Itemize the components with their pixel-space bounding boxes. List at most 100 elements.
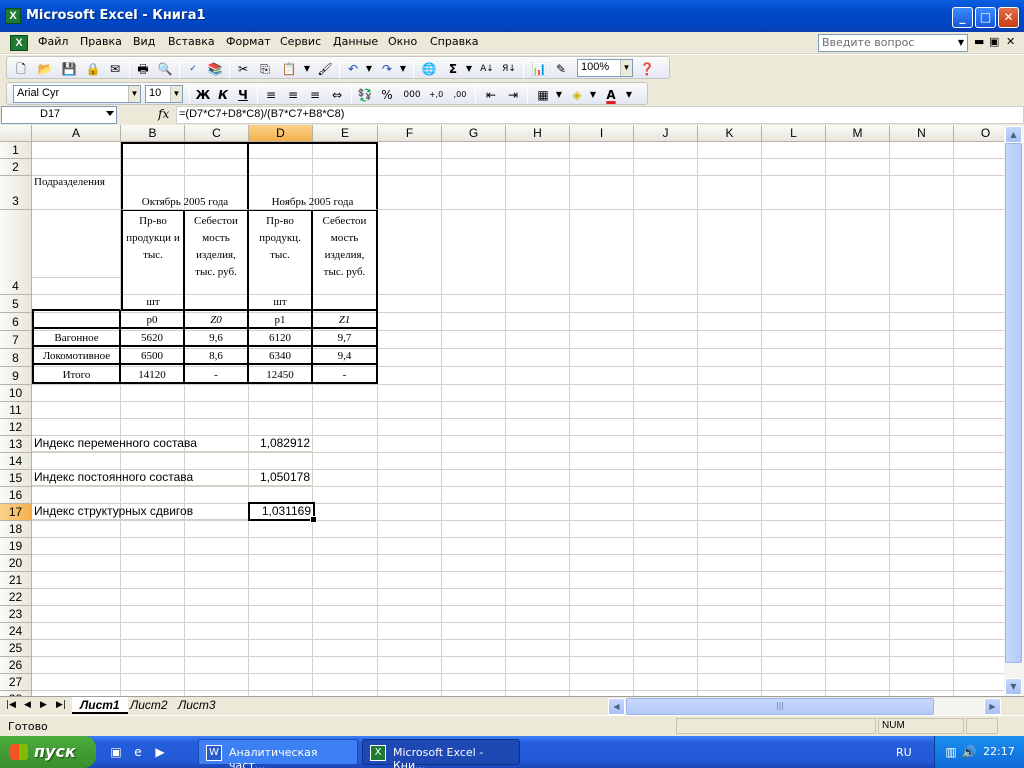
grid-cell[interactable] bbox=[185, 674, 249, 691]
help-search-box[interactable]: Введите вопрос ▼ bbox=[818, 34, 968, 52]
grid-cell[interactable] bbox=[890, 367, 954, 385]
grid-cell[interactable] bbox=[570, 419, 634, 436]
grid-cell[interactable] bbox=[506, 572, 570, 589]
grid-cell[interactable] bbox=[762, 538, 826, 555]
grid-cell[interactable] bbox=[890, 385, 954, 402]
grid-cell[interactable] bbox=[954, 538, 1004, 555]
underline-button[interactable]: Ч bbox=[235, 87, 251, 103]
email-icon[interactable]: ✉ bbox=[107, 61, 123, 77]
grid-cell[interactable] bbox=[826, 210, 890, 295]
grid-cell[interactable] bbox=[570, 176, 634, 210]
grid-cell[interactable] bbox=[570, 367, 634, 385]
grid-cell[interactable] bbox=[378, 640, 442, 657]
cell-c6[interactable]: Z0 bbox=[185, 311, 249, 329]
italic-button[interactable]: К bbox=[215, 87, 231, 103]
doc-minimize-button[interactable]: ▬ bbox=[974, 35, 984, 48]
grid-cell[interactable] bbox=[570, 538, 634, 555]
grid-cell[interactable] bbox=[954, 142, 1004, 159]
grid-cell[interactable] bbox=[954, 331, 1004, 349]
grid-cell[interactable] bbox=[634, 589, 698, 606]
cell-c7[interactable]: 9,6 bbox=[185, 329, 249, 347]
cell-e8[interactable]: 9,4 bbox=[313, 347, 378, 365]
grid-cell[interactable] bbox=[249, 453, 313, 470]
grid-cell[interactable] bbox=[698, 623, 762, 640]
permission-icon[interactable]: 🔒 bbox=[85, 61, 101, 77]
grid-cell[interactable] bbox=[954, 176, 1004, 210]
row-header-24[interactable]: 24 bbox=[0, 623, 32, 640]
grid-cell[interactable] bbox=[698, 176, 762, 210]
grid-cell[interactable] bbox=[698, 436, 762, 453]
grid-cell[interactable] bbox=[634, 674, 698, 691]
cell-a1-a4[interactable]: Подразделения bbox=[32, 142, 121, 278]
row-header-13[interactable]: 13 bbox=[0, 436, 32, 453]
grid-cell[interactable] bbox=[249, 555, 313, 572]
paste-icon[interactable]: 📋 bbox=[281, 61, 297, 77]
name-box[interactable]: D17 bbox=[1, 106, 117, 124]
grid-cell[interactable] bbox=[954, 657, 1004, 674]
cell-d8[interactable]: 6340 bbox=[249, 347, 313, 365]
currency-icon[interactable]: 💱 bbox=[357, 87, 373, 103]
grid-cell[interactable] bbox=[32, 555, 121, 572]
next-sheet-icon[interactable]: ▶ bbox=[40, 700, 47, 710]
chevron-down-icon[interactable]: ▼ bbox=[585, 87, 601, 103]
grid-cell[interactable] bbox=[32, 640, 121, 657]
save-icon[interactable]: 💾 bbox=[61, 61, 77, 77]
grid-cell[interactable] bbox=[185, 606, 249, 623]
grid-cell[interactable] bbox=[378, 313, 442, 331]
prev-sheet-icon[interactable]: ◀ bbox=[24, 700, 31, 710]
grid-cell[interactable] bbox=[249, 419, 313, 436]
align-center-icon[interactable]: ≡ bbox=[285, 87, 301, 103]
grid-cell[interactable] bbox=[185, 572, 249, 589]
grid-cell[interactable] bbox=[506, 419, 570, 436]
menu-view[interactable]: Вид bbox=[133, 35, 155, 48]
grid-cell[interactable] bbox=[32, 385, 121, 402]
grid-cell[interactable] bbox=[762, 640, 826, 657]
grid-cell[interactable] bbox=[313, 555, 378, 572]
row-header-21[interactable]: 21 bbox=[0, 572, 32, 589]
column-header-g[interactable]: G bbox=[442, 125, 506, 142]
grid-cell[interactable] bbox=[32, 674, 121, 691]
grid-cell[interactable] bbox=[506, 504, 570, 521]
grid-cell[interactable] bbox=[634, 538, 698, 555]
grid-cell[interactable] bbox=[762, 572, 826, 589]
first-sheet-icon[interactable]: |◀ bbox=[6, 700, 16, 710]
grid-cell[interactable] bbox=[826, 623, 890, 640]
grid-cell[interactable] bbox=[826, 331, 890, 349]
scroll-down-icon[interactable]: ▼ bbox=[1005, 678, 1022, 695]
doc-restore-button[interactable]: ▣ bbox=[989, 35, 999, 48]
cell-b8[interactable]: 6500 bbox=[121, 347, 185, 365]
grid-cell[interactable] bbox=[570, 589, 634, 606]
cell-e9[interactable]: - bbox=[313, 365, 378, 384]
grid-cell[interactable] bbox=[634, 640, 698, 657]
grid-cell[interactable] bbox=[378, 589, 442, 606]
volume-icon[interactable]: 🔊 bbox=[961, 744, 977, 760]
grid-cell[interactable] bbox=[698, 210, 762, 295]
grid-cell[interactable] bbox=[698, 385, 762, 402]
grid-cell[interactable] bbox=[826, 367, 890, 385]
grid-cell[interactable] bbox=[442, 331, 506, 349]
grid-cell[interactable] bbox=[313, 572, 378, 589]
grid-cell[interactable] bbox=[378, 419, 442, 436]
column-header-j[interactable]: J bbox=[634, 125, 698, 142]
grid-cell[interactable] bbox=[313, 419, 378, 436]
grid-cell[interactable] bbox=[378, 349, 442, 367]
grid-cell[interactable] bbox=[506, 555, 570, 572]
print-preview-icon[interactable]: 🔍 bbox=[157, 61, 173, 77]
grid-cell[interactable] bbox=[890, 419, 954, 436]
grid-cell[interactable] bbox=[378, 487, 442, 504]
grid-cell[interactable] bbox=[121, 419, 185, 436]
grid-cell[interactable] bbox=[762, 436, 826, 453]
chevron-down-icon[interactable] bbox=[106, 111, 114, 116]
grid-cell[interactable] bbox=[506, 142, 570, 159]
grid-cell[interactable] bbox=[954, 385, 1004, 402]
grid-cell[interactable] bbox=[32, 402, 121, 419]
column-header-i[interactable]: I bbox=[570, 125, 634, 142]
row-header-27[interactable]: 27 bbox=[0, 674, 32, 691]
grid-cell[interactable] bbox=[442, 436, 506, 453]
grid-cell[interactable] bbox=[634, 572, 698, 589]
undo-icon[interactable]: ↶ bbox=[345, 61, 361, 77]
grid-cell[interactable] bbox=[890, 176, 954, 210]
grid-cell[interactable] bbox=[634, 402, 698, 419]
grid-cell[interactable] bbox=[121, 385, 185, 402]
grid-cell[interactable] bbox=[378, 385, 442, 402]
